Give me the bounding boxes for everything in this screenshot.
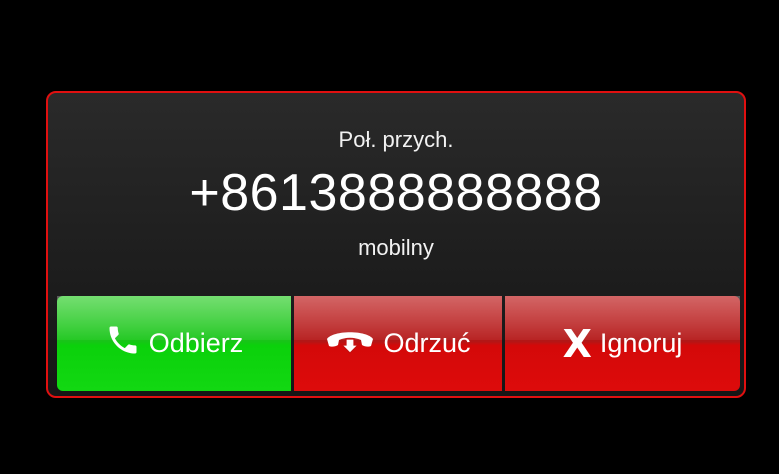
incoming-call-dialog: Poł. przych. +8613888888888 mobilny Odbi… xyxy=(46,91,746,398)
call-actions: Odbierz Odrzuć X Ignoruj xyxy=(57,296,740,391)
phone-handset-icon xyxy=(105,322,141,365)
call-status-caption: Poł. przych. xyxy=(338,127,454,152)
caller-number: +8613888888888 xyxy=(189,164,603,222)
answer-button[interactable]: Odbierz xyxy=(57,296,291,391)
reject-label: Odrzuć xyxy=(383,328,471,358)
ignore-label: Ignoruj xyxy=(599,328,683,358)
reject-button[interactable]: Odrzuć xyxy=(294,296,502,391)
ignore-button[interactable]: X Ignoruj xyxy=(505,296,740,391)
number-type-label: mobilny xyxy=(358,235,434,260)
hang-up-icon xyxy=(325,325,375,362)
x-icon: X xyxy=(562,321,592,366)
screen: Poł. przych. +8613888888888 mobilny Odbi… xyxy=(0,0,779,474)
answer-label: Odbierz xyxy=(148,328,244,358)
